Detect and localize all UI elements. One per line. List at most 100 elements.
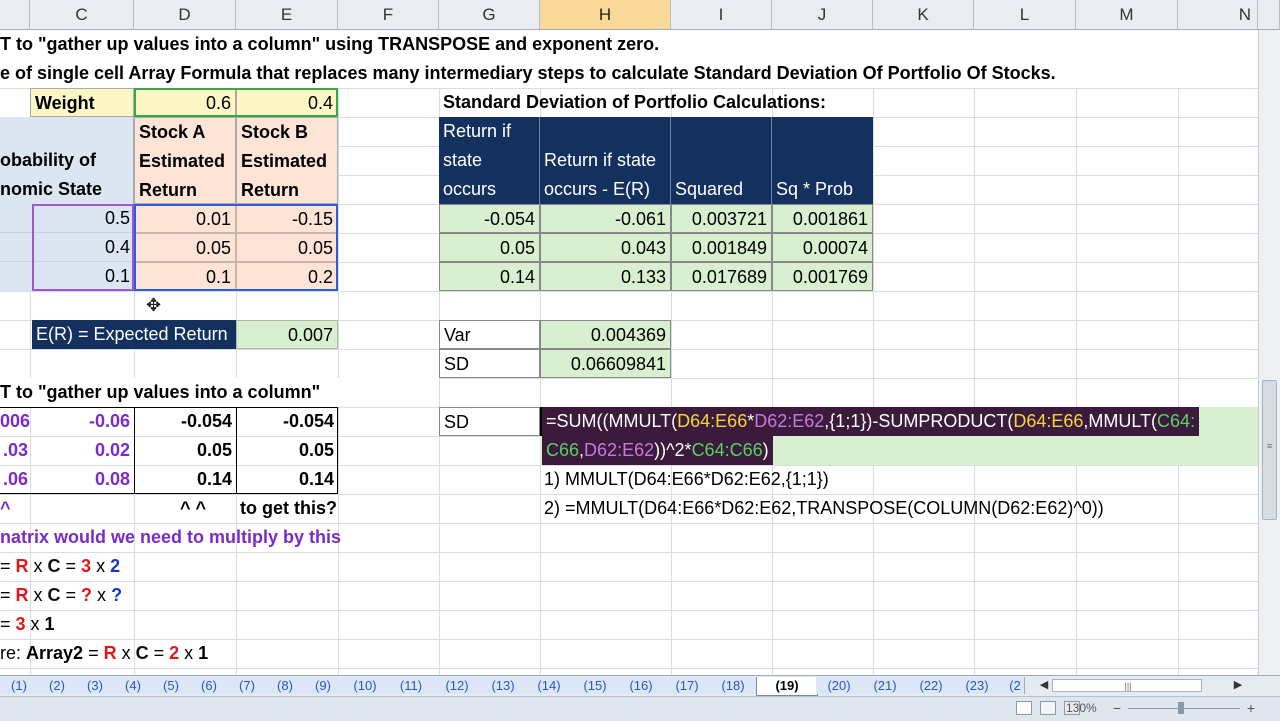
sheet-tab[interactable]: (8) — [266, 677, 305, 694]
sheet-tab[interactable]: (5) — [152, 677, 191, 694]
column-header-d[interactable]: D — [134, 0, 236, 30]
horizontal-scroll-thumb[interactable]: ||| — [1052, 679, 1202, 692]
sheet-tab[interactable]: (3) — [76, 677, 115, 694]
zoom-out-icon[interactable]: − — [1110, 699, 1124, 717]
note-mmult-2[interactable]: 2) =MMULT(D64:E66*D62:E62,TRANSPOSE(COLU… — [540, 494, 1258, 523]
equation-4[interactable]: re: Array2 = R x C = 2 x 1 — [0, 639, 260, 668]
sheet-tab[interactable]: (13) — [480, 677, 527, 694]
normal-view-icon[interactable] — [1016, 701, 1032, 715]
lower-table-cell[interactable]: -0.054 — [236, 407, 338, 436]
column-header-i[interactable]: I — [671, 0, 772, 30]
weight-label-cell[interactable]: Weight — [30, 88, 134, 117]
column-header-c[interactable]: C — [30, 0, 134, 30]
sheet-tab[interactable]: (11) — [388, 677, 435, 694]
get-this-text[interactable]: to get this? — [236, 494, 386, 523]
caret-marks[interactable]: ^ ^ — [180, 494, 236, 523]
caret-mark[interactable]: ^ — [0, 494, 30, 523]
zoom-slider-handle[interactable] — [1178, 702, 1184, 714]
heading-row-2[interactable]: e of single cell Array Formula that repl… — [0, 59, 1258, 88]
stock-a-header-cell[interactable]: Stock A Estimated Return — [134, 117, 236, 204]
sheet-tab[interactable]: (19) — [756, 677, 818, 696]
equation-1[interactable]: = R x C = 3 x 2 — [0, 552, 200, 581]
sheet-tab[interactable]: (15) — [572, 677, 619, 694]
column-header-f[interactable]: F — [338, 0, 439, 30]
var-label-cell[interactable]: Var — [439, 320, 540, 349]
page-layout-icon[interactable] — [1040, 701, 1056, 715]
squared-cell[interactable]: 0.001849 — [671, 233, 772, 262]
sheet-tab[interactable]: (6) — [190, 677, 229, 694]
column-header-n[interactable]: N — [1178, 0, 1258, 30]
header-return-if-state[interactable]: Return if state occurs — [439, 117, 540, 204]
column-header-e[interactable]: E — [236, 0, 338, 30]
lower-table-cell[interactable]: 0.08 — [30, 465, 134, 494]
lower-table-cell[interactable]: 0.05 — [236, 436, 338, 465]
sheet-tab[interactable]: (10) — [342, 677, 389, 694]
sheet-tab[interactable]: (1) — [0, 677, 39, 694]
sheet-tab[interactable]: (12) — [434, 677, 481, 694]
column-header-m[interactable]: M — [1076, 0, 1178, 30]
return-if-state-cell[interactable]: 0.14 — [439, 262, 540, 291]
note-mmult-1[interactable]: 1) MMULT(D64:E66*D62:E62,{1;1}) — [540, 465, 1240, 494]
column-header-j[interactable]: J — [772, 0, 873, 30]
deviation-cell[interactable]: 0.043 — [540, 233, 671, 262]
expected-return-label[interactable]: E(R) = Expected Return — [32, 320, 236, 349]
heading-row-1[interactable]: T to "gather up values into a column" us… — [0, 30, 1258, 59]
zoom-level[interactable]: 130% — [1066, 700, 1106, 717]
sd-label-cell[interactable]: SD — [439, 349, 540, 378]
sheet-tab[interactable]: (23) — [954, 677, 1001, 694]
sq-prob-cell[interactable]: 0.001861 — [772, 204, 873, 233]
return-if-state-cell[interactable]: -0.054 — [439, 204, 540, 233]
lower-table-cell[interactable]: 0.14 — [134, 465, 236, 494]
vertical-scrollbar[interactable]: ≡ — [1258, 30, 1280, 675]
equation-3[interactable]: = 3 x 1 — [0, 610, 200, 639]
deviation-cell[interactable]: 0.133 — [540, 262, 671, 291]
lower-table-cell[interactable]: -0.054 — [134, 407, 236, 436]
lower-table-cell[interactable]: .03 — [0, 436, 30, 465]
sheet-tab[interactable]: (7) — [228, 677, 267, 694]
matrix-question[interactable]: natrix would we need to multiply by this — [0, 523, 439, 552]
equation-2[interactable]: = R x C = ? x ? — [0, 581, 200, 610]
sheet-tab[interactable]: (9) — [304, 677, 343, 694]
column-header-g[interactable]: G — [439, 0, 540, 30]
sheet-tab[interactable]: (16) — [618, 677, 665, 694]
squared-cell[interactable]: 0.003721 — [671, 204, 772, 233]
header-return-minus-er[interactable]: Return if state occurs - E(R) — [540, 117, 671, 204]
sheet-tab[interactable]: (20) — [816, 677, 863, 694]
sheet-tab[interactable]: (21) — [862, 677, 909, 694]
tab-splitter[interactable] — [1024, 677, 1036, 694]
lower-table-cell[interactable]: .06 — [0, 465, 30, 494]
sd-array-label-cell[interactable]: SD — [439, 407, 540, 436]
header-squared[interactable]: Squared — [671, 117, 772, 204]
formula-line-2[interactable]: C66,D62:E62))^2*C64:C66) — [542, 436, 773, 465]
column-header-l[interactable]: L — [974, 0, 1076, 30]
sheet-tab[interactable]: (18) — [710, 677, 757, 694]
return-if-state-cell[interactable]: 0.05 — [439, 233, 540, 262]
lower-table-cell[interactable]: -0.06 — [30, 407, 134, 436]
deviation-cell[interactable]: -0.061 — [540, 204, 671, 233]
var-value-cell[interactable]: 0.004369 — [540, 320, 671, 349]
sheet-tab[interactable]: (2) — [38, 677, 77, 694]
squared-cell[interactable]: 0.017689 — [671, 262, 772, 291]
formula-line-1[interactable]: =SUM((MMULT(D64:E66*D62:E62,{1;1})-SUMPR… — [542, 407, 1200, 436]
sheet-tab[interactable]: (14) — [526, 677, 573, 694]
lower-table-cell[interactable]: 0.14 — [236, 465, 338, 494]
zoom-in-icon[interactable]: + — [1244, 699, 1258, 717]
sd-calculations-title[interactable]: Standard Deviation of Portfolio Calculat… — [439, 88, 879, 117]
column-header-left-edge[interactable] — [0, 0, 30, 30]
sq-prob-cell[interactable]: 0.001769 — [772, 262, 873, 291]
expected-return-value[interactable]: 0.007 — [236, 320, 338, 349]
sd-value-cell[interactable]: 0.06609841 — [540, 349, 671, 378]
scroll-right-icon[interactable]: ▶ — [1230, 677, 1246, 694]
header-sq-prob[interactable]: Sq * Prob — [772, 117, 873, 204]
column-header-k[interactable]: K — [873, 0, 974, 30]
lower-table-cell[interactable]: 006 — [0, 407, 30, 436]
section2-title[interactable]: T to "gather up values into a column" — [0, 378, 439, 407]
sheet-tab[interactable]: (22) — [908, 677, 955, 694]
zoom-slider[interactable] — [1128, 708, 1240, 709]
stock-b-header-cell[interactable]: Stock B Estimated Return — [236, 117, 338, 204]
sq-prob-cell[interactable]: 0.00074 — [772, 233, 873, 262]
sheet-tab[interactable]: (17) — [664, 677, 711, 694]
sheet-tab[interactable]: (4) — [114, 677, 153, 694]
scroll-left-icon[interactable]: ◀ — [1036, 677, 1052, 694]
probability-header-cell[interactable]: obability of nomic State — [0, 117, 134, 204]
